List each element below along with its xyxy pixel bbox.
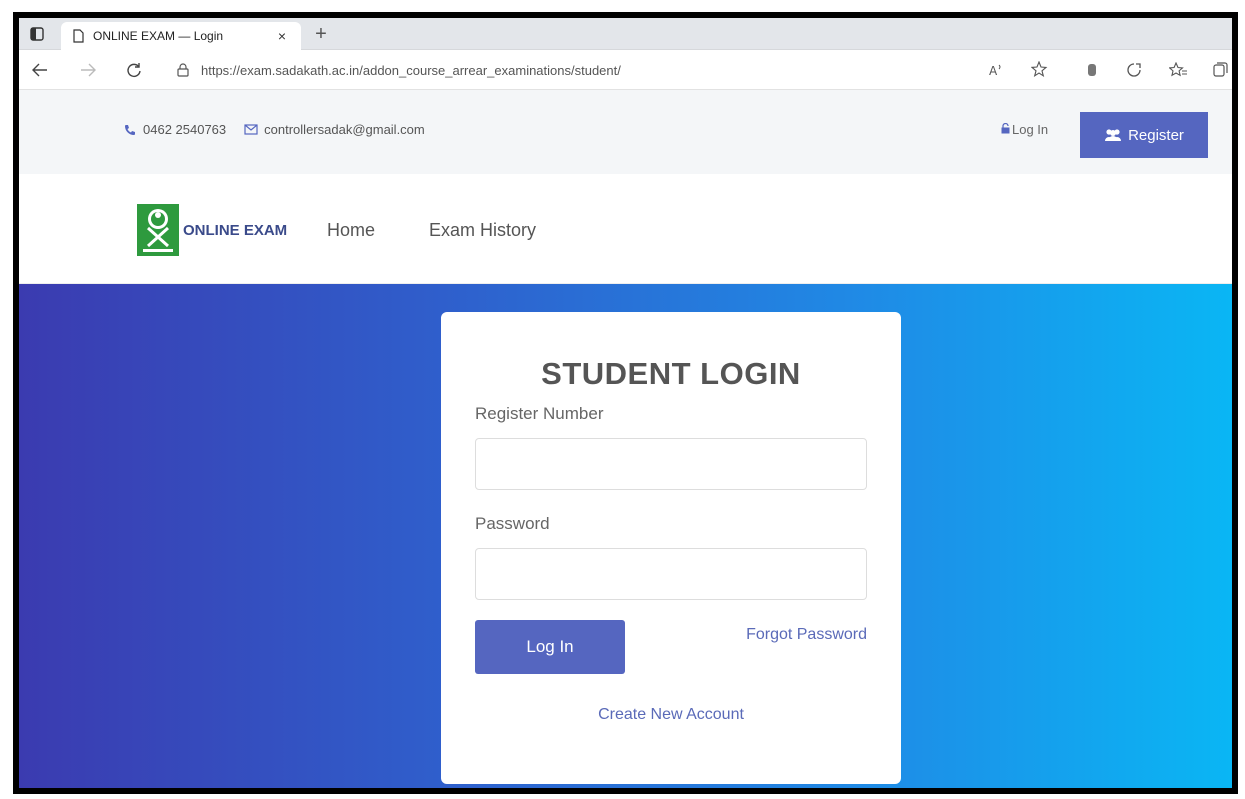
favorites-icon[interactable] bbox=[1167, 60, 1189, 80]
window-icon[interactable] bbox=[29, 26, 45, 42]
password-input[interactable] bbox=[475, 548, 867, 600]
tab-close-button[interactable]: × bbox=[273, 28, 291, 44]
tab-bar: ONLINE EXAM — Login × + bbox=[19, 18, 1232, 50]
register-number-input[interactable] bbox=[475, 438, 867, 490]
hero-section: STUDENT LOGIN Register Number Password L… bbox=[19, 284, 1232, 788]
nav-home[interactable]: Home bbox=[327, 220, 375, 241]
url-field[interactable]: https://exam.sadakath.ac.in/addon_course… bbox=[175, 56, 975, 84]
browser-tab[interactable]: ONLINE EXAM — Login × bbox=[61, 22, 301, 50]
login-card: STUDENT LOGIN Register Number Password L… bbox=[441, 312, 901, 784]
sync-icon[interactable] bbox=[1123, 60, 1145, 80]
read-aloud-icon[interactable]: A bbox=[985, 60, 1007, 80]
page-icon bbox=[71, 29, 85, 43]
url-text: https://exam.sadakath.ac.in/addon_course… bbox=[201, 62, 621, 78]
extension-icon[interactable] bbox=[1081, 60, 1103, 80]
site-navbar: ONLINE EXAM Home Exam History bbox=[19, 174, 1232, 284]
form-actions: Log In Forgot Password bbox=[475, 620, 867, 674]
contact-bar: 0462 2540763 controllersadak@gmail.com L… bbox=[19, 90, 1232, 174]
back-icon[interactable] bbox=[29, 60, 51, 80]
login-title: STUDENT LOGIN bbox=[541, 356, 801, 391]
favorite-add-icon[interactable] bbox=[1029, 60, 1051, 80]
forgot-password-link[interactable]: Forgot Password bbox=[746, 626, 867, 644]
brand[interactable]: ONLINE EXAM bbox=[137, 204, 287, 256]
header-login-label: Log In bbox=[1012, 122, 1049, 137]
browser-window: ONLINE EXAM — Login × + https://exam.sad… bbox=[13, 12, 1238, 794]
register-number-label: Register Number bbox=[475, 404, 604, 423]
email-address: controllersadak@gmail.com bbox=[264, 122, 425, 137]
svg-text:A: A bbox=[989, 64, 998, 78]
register-label: Register bbox=[1128, 126, 1184, 144]
nav-exam-history[interactable]: Exam History bbox=[429, 220, 536, 241]
mail-icon bbox=[244, 123, 258, 137]
forward-icon[interactable] bbox=[77, 60, 99, 80]
new-tab-button[interactable]: + bbox=[309, 22, 333, 46]
contact-info: 0462 2540763 controllersadak@gmail.com bbox=[123, 122, 425, 137]
header-login-link[interactable]: Log In bbox=[1001, 122, 1048, 137]
brand-name: ONLINE EXAM bbox=[183, 221, 288, 239]
site-logo bbox=[137, 204, 179, 256]
phone-icon bbox=[123, 123, 137, 137]
phone-number: 0462 2540763 bbox=[143, 122, 227, 137]
address-bar: https://exam.sadakath.ac.in/addon_course… bbox=[19, 50, 1232, 90]
refresh-icon[interactable] bbox=[123, 60, 145, 80]
tab-title: ONLINE EXAM — Login bbox=[93, 29, 224, 43]
login-submit-button[interactable]: Log In bbox=[475, 620, 625, 674]
lock-small-icon bbox=[1001, 122, 1010, 137]
users-icon bbox=[1104, 128, 1122, 142]
create-account-link[interactable]: Create New Account bbox=[475, 706, 867, 724]
collections-icon[interactable] bbox=[1209, 60, 1231, 80]
lock-icon[interactable] bbox=[175, 62, 191, 78]
register-button[interactable]: Register bbox=[1080, 112, 1208, 158]
password-label: Password bbox=[475, 514, 550, 533]
